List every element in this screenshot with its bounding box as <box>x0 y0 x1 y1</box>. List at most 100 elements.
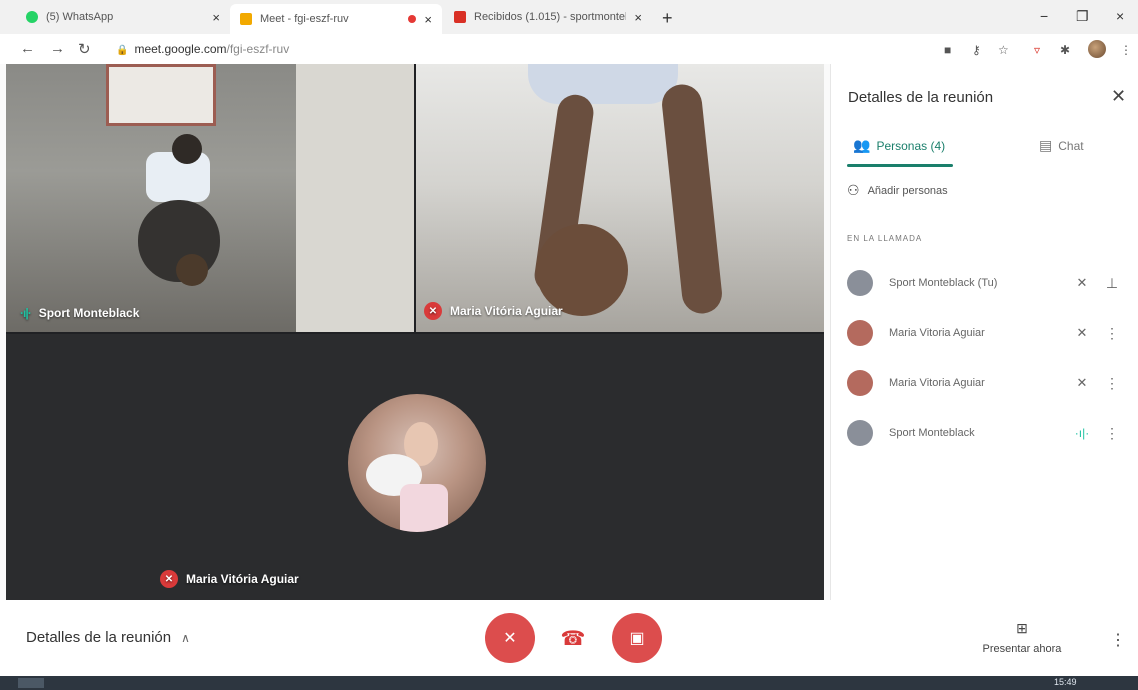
present-now-button[interactable]: ⊞ Presentar ahora <box>976 620 1068 655</box>
mic-off-icon: ✕ <box>424 302 442 320</box>
meeting-controls-bar: Detalles de la reunión ∧ ✕ ☎ ▣ ⊞ Present… <box>0 600 1138 676</box>
participant-row[interactable]: Sport Monteblack (Tu) ✕ ⊥ <box>847 269 1127 297</box>
close-icon[interactable]: × <box>634 10 642 25</box>
speaking-icon: ·ı|· <box>20 306 32 320</box>
taskbar-clock: 15:49 <box>1054 677 1077 687</box>
shorts <box>528 64 678 104</box>
tile-nameplate: ✕ Maria Vitória Aguiar <box>424 302 563 320</box>
panel-title: Detalles de la reunión <box>848 89 994 106</box>
participant-row[interactable]: Sport Monteblack ·ı|· ⋮ <box>847 419 1127 447</box>
more-options-icon[interactable]: ⋮ <box>1097 375 1127 392</box>
restore-button[interactable]: ❐ <box>1076 8 1089 25</box>
participant-name: Maria Vitoria Aguiar <box>889 377 985 389</box>
mic-off-icon: ✕ <box>1076 375 1088 390</box>
browser-tab-strip: (5) WhatsApp × Meet - fgi-eszf-ruv × Rec… <box>0 0 1138 34</box>
video-stage: ·ı|· Sport Monteblack ✕ Maria Vitória Ag… <box>6 64 824 600</box>
more-options-icon[interactable]: ⋮ <box>1097 425 1127 442</box>
pocket-icon[interactable]: ▿ <box>1034 43 1040 57</box>
camera-off-icon: ▣ <box>629 630 645 647</box>
forward-button[interactable]: → <box>50 40 65 57</box>
extensions-icon[interactable]: ✱ <box>1060 43 1070 57</box>
leg-right <box>660 82 724 316</box>
basketball <box>176 254 208 286</box>
lock-icon: 🔒 <box>116 45 129 56</box>
key-icon[interactable]: ⚷ <box>972 43 981 57</box>
people-icon: 👥 <box>853 137 871 153</box>
star-icon[interactable]: ☆ <box>998 43 1009 57</box>
tab-whatsapp[interactable]: (5) WhatsApp × <box>16 4 230 30</box>
add-person-icon: ⚇ <box>847 182 860 198</box>
present-screen-icon: ⊞ <box>1016 620 1028 636</box>
tab-label: Personas (4) <box>876 138 946 153</box>
video-tile-sport-monteblack[interactable]: ·ı|· Sport Monteblack <box>6 64 414 332</box>
camera-icon[interactable]: ■ <box>944 43 951 57</box>
tab-people[interactable]: 👥 Personas (4) <box>853 137 945 154</box>
back-button[interactable]: ← <box>20 40 35 57</box>
present-now-label: Presentar ahora <box>982 643 1062 655</box>
os-taskbar: 15:49 <box>0 676 1138 690</box>
url-path: /fgi-eszf-ruv <box>226 42 290 56</box>
hang-up-button[interactable]: ☎ <box>548 613 598 663</box>
meet-icon <box>240 13 252 25</box>
avatar <box>847 370 873 396</box>
panel-close-button[interactable]: ✕ <box>1111 86 1126 107</box>
tile-nameplate: ·ı|· Sport Monteblack <box>20 306 139 320</box>
section-in-call: EN LA LLAMADA <box>847 234 923 243</box>
mic-toggle-button[interactable]: ✕ <box>485 613 535 663</box>
add-people-button[interactable]: ⚇ Añadir personas <box>847 182 948 199</box>
tile-nameplate: ✕ Maria Vitória Aguiar <box>160 570 299 588</box>
mic-off-icon: ✕ <box>160 570 178 588</box>
mic-off-icon: ✕ <box>1076 325 1088 340</box>
avatar <box>847 320 873 346</box>
start-button[interactable] <box>18 678 44 688</box>
tab-gmail[interactable]: Recibidos (1.015) - sportmontel: × <box>444 4 652 30</box>
player-head <box>172 134 202 164</box>
tab-active-indicator <box>847 164 953 167</box>
mic-off-icon: ✕ <box>1076 275 1088 290</box>
camera-toggle-button[interactable]: ▣ <box>612 613 662 663</box>
participant-name: Maria Vitória Aguiar <box>450 304 563 318</box>
whiteboard <box>106 64 216 126</box>
video-tile-maria-vitoria-2[interactable]: ✕ Maria Vitória Aguiar <box>6 334 824 600</box>
phone-hangup-icon: ☎ <box>560 627 586 650</box>
avatar <box>847 270 873 296</box>
window-close-button[interactable]: × <box>1116 8 1124 24</box>
participant-row[interactable]: Maria Vitoria Aguiar ✕ ⋮ <box>847 319 1127 347</box>
participant-row[interactable]: Maria Vitoria Aguiar ✕ ⋮ <box>847 369 1127 397</box>
meeting-details-label: Detalles de la reunión <box>26 629 172 646</box>
tab-chat[interactable]: ▤ Chat <box>1039 137 1084 154</box>
close-icon[interactable]: × <box>424 12 432 27</box>
minimize-button[interactable]: − <box>1040 8 1048 24</box>
participant-name: Sport Monteblack (Tu) <box>889 277 998 289</box>
meeting-details-panel: Detalles de la reunión ✕ 👥 Personas (4) … <box>830 64 1138 600</box>
tab-label: Chat <box>1058 138 1084 153</box>
browser-menu-icon[interactable]: ⋮ <box>1120 43 1132 57</box>
chevron-up-icon: ∧ <box>181 630 190 645</box>
url-host: meet.google.com <box>134 42 227 56</box>
reload-button[interactable]: ↻ <box>78 40 91 58</box>
address-bar[interactable]: 🔒 meet.google.com/fgi-eszf-ruv <box>116 42 289 56</box>
wall <box>296 64 414 332</box>
meeting-details-button[interactable]: Detalles de la reunión ∧ <box>26 629 190 646</box>
close-icon[interactable]: × <box>212 10 220 25</box>
tab-title: Recibidos (1.015) - sportmontel: <box>474 11 627 23</box>
speaking-icon: ·ı|· <box>1074 426 1090 440</box>
pin-icon[interactable]: ⊥ <box>1097 275 1127 292</box>
mic-off-icon: ✕ <box>503 630 517 647</box>
participant-name: Sport Monteblack <box>38 306 140 320</box>
more-options-icon[interactable]: ⋮ <box>1097 325 1127 342</box>
tab-title: Meet - fgi-eszf-ruv <box>260 13 349 25</box>
profile-avatar[interactable] <box>1088 40 1106 58</box>
gmail-icon <box>454 11 466 23</box>
participant-name: Maria Vitoria Aguiar <box>889 327 985 339</box>
new-tab-button[interactable]: + <box>662 8 673 29</box>
more-options-icon[interactable]: ⋮ <box>1110 630 1126 650</box>
avatar-dress <box>400 484 448 532</box>
avatar <box>847 420 873 446</box>
participant-name: Maria Vitória Aguiar <box>186 572 299 586</box>
chat-icon: ▤ <box>1039 137 1053 153</box>
meet-window: (5) WhatsApp × Meet - fgi-eszf-ruv × Rec… <box>0 0 1138 690</box>
tab-meet[interactable]: Meet - fgi-eszf-ruv × <box>230 4 442 34</box>
video-tile-maria-vitoria-1[interactable]: ✕ Maria Vitória Aguiar <box>416 64 824 332</box>
add-people-label: Añadir personas <box>867 184 948 197</box>
